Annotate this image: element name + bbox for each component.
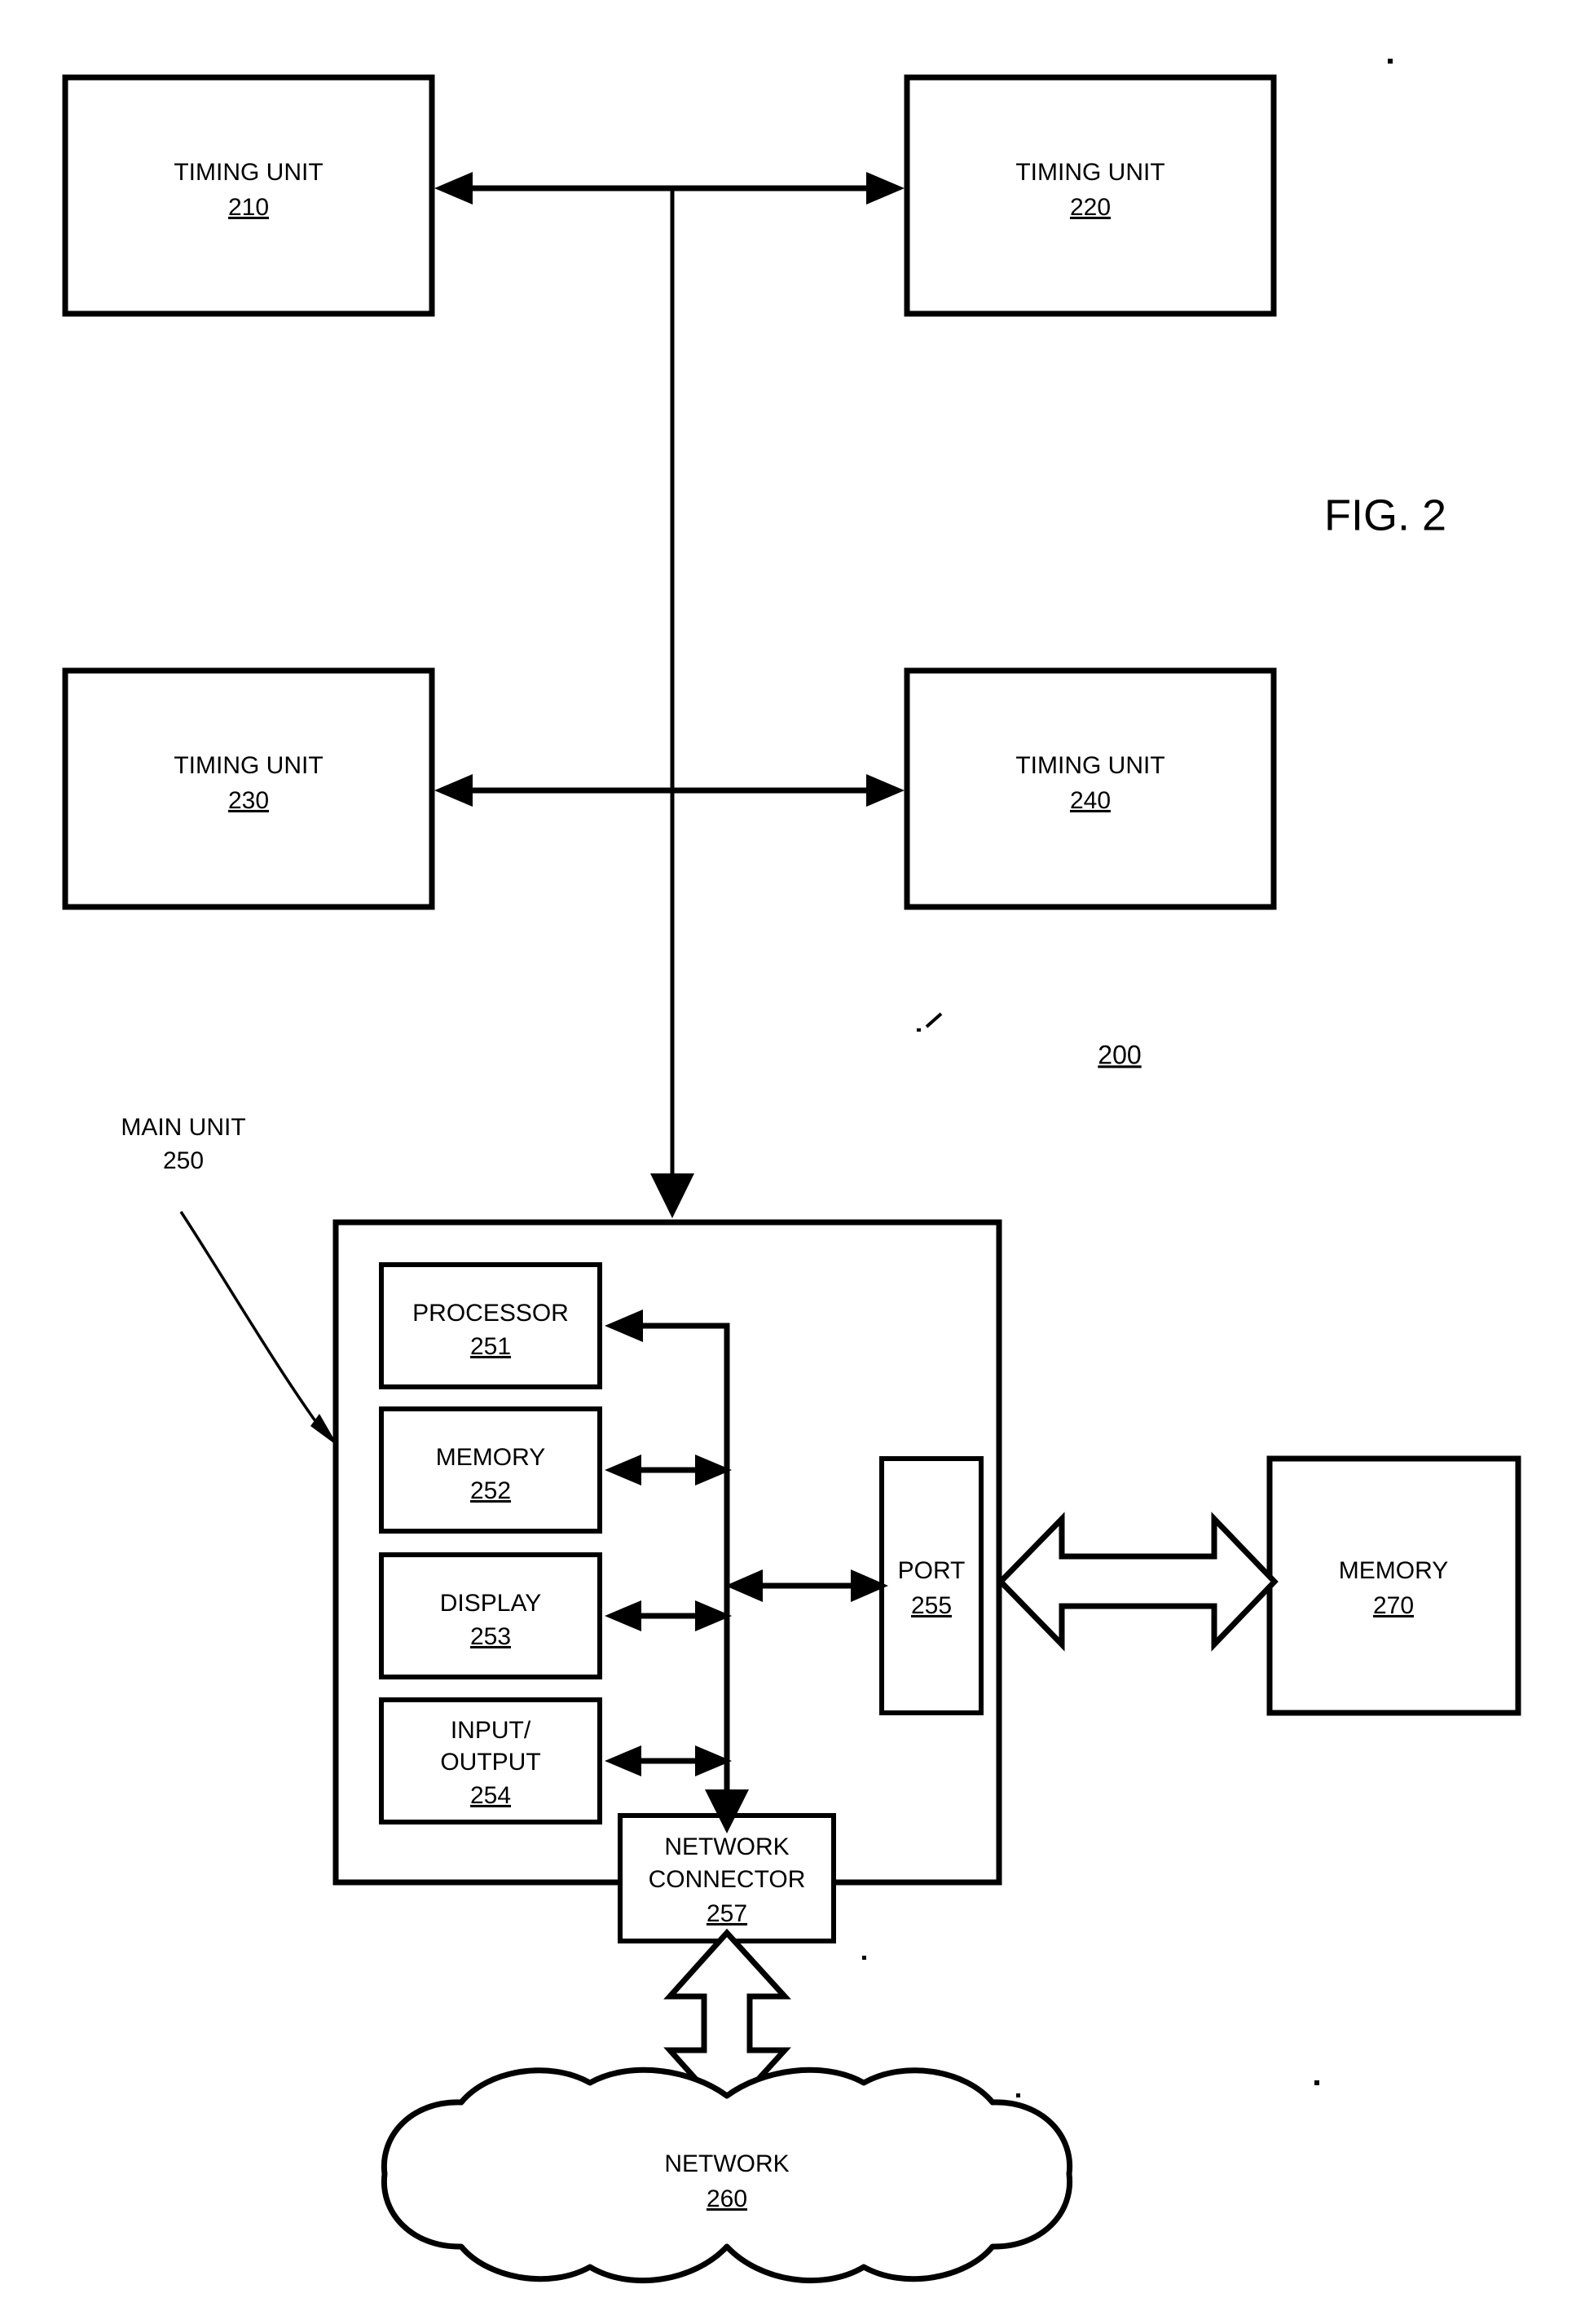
memory-270-label: MEMORY [1339, 1557, 1448, 1584]
input-output-ref: 254 [470, 1782, 511, 1809]
memory-252[interactable]: MEMORY 252 [379, 1406, 602, 1534]
memory-270[interactable]: MEMORY 270 [1266, 1455, 1521, 1716]
port-box [879, 1456, 984, 1715]
network-connector-label-line2: CONNECTOR [649, 1866, 806, 1893]
processor-ref: 251 [470, 1333, 511, 1360]
display-label: DISPLAY [440, 1590, 542, 1617]
display-ref: 253 [470, 1623, 511, 1650]
timing-unit-210[interactable]: TIMING UNIT 210 [62, 74, 435, 317]
timing-unit-230[interactable]: TIMING UNIT 230 [62, 667, 435, 910]
input-output-label-line1: INPUT/ [451, 1717, 531, 1744]
network-260-label: NETWORK [664, 2150, 789, 2177]
timing-unit-210-ref: 210 [228, 194, 269, 221]
network-connector-ref: 257 [707, 1900, 747, 1927]
network-connector-label-line1: NETWORK [664, 1833, 789, 1860]
memory-252-label: MEMORY [436, 1444, 545, 1471]
page-background [0, 0, 1576, 2324]
main-unit-callout-ref: 250 [163, 1147, 204, 1174]
input-output-254[interactable]: INPUT/ OUTPUT 254 [379, 1697, 602, 1824]
timing-unit-220-label: TIMING UNIT [1015, 159, 1164, 186]
processor-label: PROCESSOR [412, 1300, 569, 1327]
system-reference-200: 200 [1098, 1040, 1141, 1069]
memory-270-box [1266, 1455, 1521, 1716]
patent-figure-2: TIMING UNIT 210 TIMING UNIT 220 TIMING U… [0, 0, 1576, 2324]
scan-speck-top-right [1388, 59, 1393, 64]
timing-unit-240[interactable]: TIMING UNIT 240 [904, 667, 1277, 910]
timing-unit-220-ref: 220 [1070, 194, 1111, 221]
port-255[interactable]: PORT 255 [879, 1456, 984, 1715]
network-260-ref: 260 [707, 2185, 747, 2212]
timing-unit-220[interactable]: TIMING UNIT 220 [904, 74, 1277, 317]
network-260[interactable]: NETWORK 260 [381, 2067, 1073, 2284]
memory-270-ref: 270 [1373, 1592, 1414, 1619]
scan-speck-cloud [1016, 2093, 1020, 2097]
scan-speck-lower-right [1314, 2080, 1319, 2085]
timing-unit-210-label: TIMING UNIT [174, 159, 323, 186]
scan-speck-mid [862, 1956, 866, 1960]
network-connector-257[interactable]: NETWORK CONNECTOR 257 [618, 1813, 836, 1943]
port-ref: 255 [911, 1592, 952, 1619]
timing-unit-230-ref: 230 [228, 787, 269, 814]
figure-title: FIG. 2 [1324, 491, 1446, 539]
main-unit-callout-label: MAIN UNIT [121, 1114, 245, 1141]
timing-unit-240-label: TIMING UNIT [1015, 752, 1164, 779]
memory-252-ref: 252 [470, 1477, 511, 1504]
timing-unit-230-label: TIMING UNIT [174, 752, 323, 779]
processor-251[interactable]: PROCESSOR 251 [379, 1262, 602, 1389]
display-253[interactable]: DISPLAY 253 [379, 1552, 602, 1679]
timing-unit-240-ref: 240 [1070, 787, 1111, 814]
port-label: PORT [898, 1557, 966, 1584]
input-output-label-line2: OUTPUT [440, 1749, 540, 1776]
